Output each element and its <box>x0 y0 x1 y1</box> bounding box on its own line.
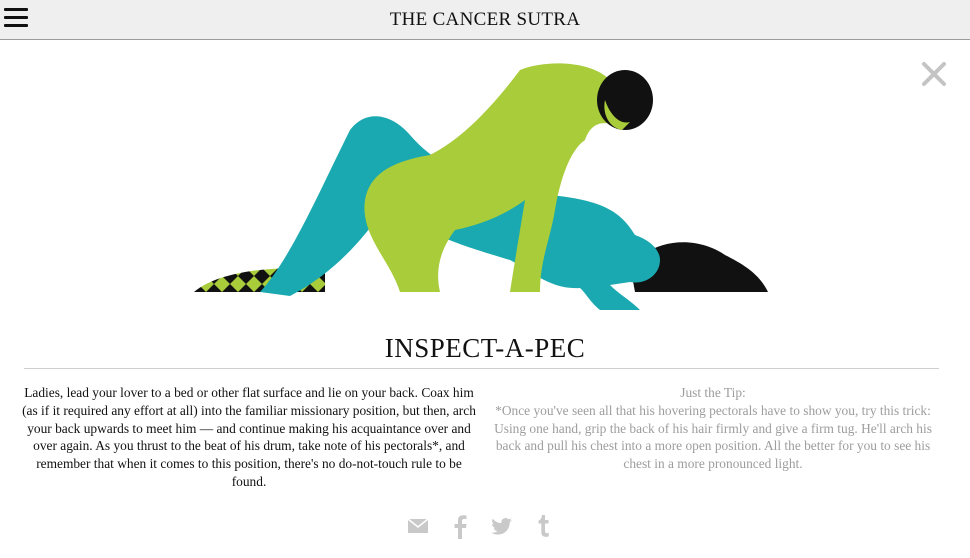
tumblr-icon[interactable] <box>536 512 550 540</box>
top-bar: THE CANCER SUTRA <box>0 0 970 40</box>
position-description: Ladies, lead your lover to a bed or othe… <box>22 385 476 489</box>
position-illustration <box>190 60 770 322</box>
tip-section: Just the Tip: *Once you've seen all that… <box>490 384 936 473</box>
title-divider <box>24 368 939 369</box>
close-icon[interactable] <box>920 60 948 88</box>
twitter-icon[interactable] <box>490 512 514 540</box>
site-title[interactable]: THE CANCER SUTRA <box>0 9 970 31</box>
tip-body: *Once you've seen all that his hovering … <box>494 402 932 472</box>
facebook-icon[interactable] <box>452 512 468 540</box>
tip-heading: Just the Tip: <box>680 385 746 400</box>
email-icon[interactable] <box>406 512 430 540</box>
position-title: INSPECT-A-PEC <box>384 333 586 363</box>
share-bar <box>402 512 562 540</box>
